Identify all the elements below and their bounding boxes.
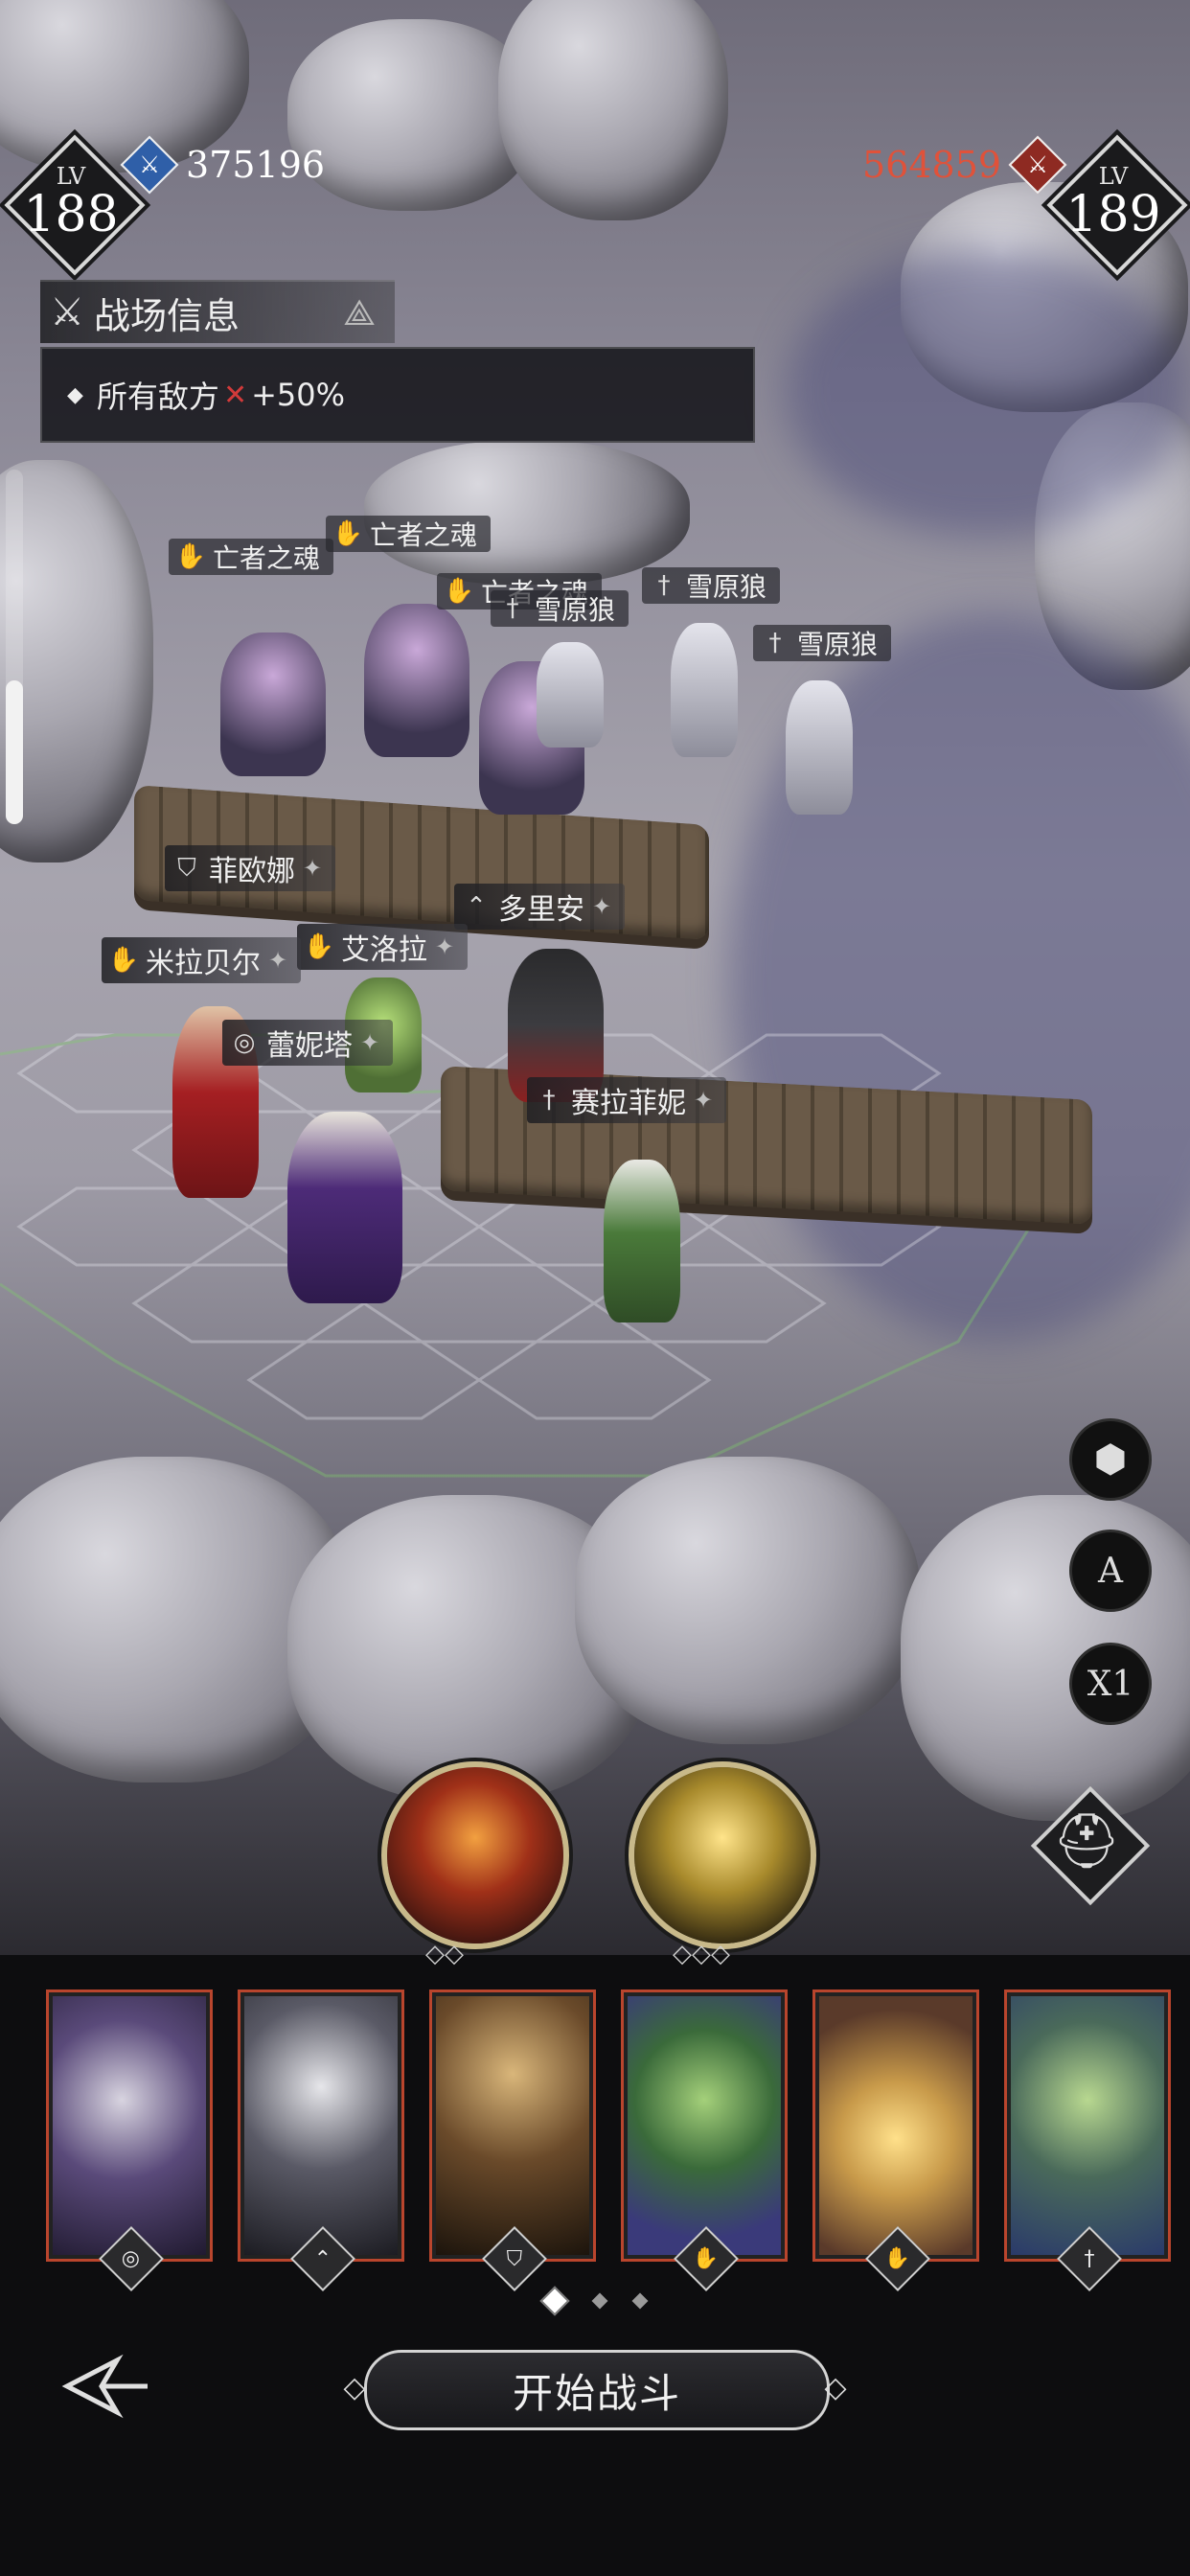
enemy-nametag: ✋亡者之魂 [326, 516, 492, 552]
battlefield-info-header[interactable]: ⚔ 战场信息 ⟁ [40, 280, 395, 343]
hero-card[interactable]: † [1004, 1990, 1171, 2291]
player-level-badge: LV 188 [4, 134, 146, 276]
enemy-nametag: † 雪原狼 [753, 625, 892, 661]
rock [0, 460, 153, 862]
ally-nametag: ✋ 艾洛拉 ✦ [297, 924, 469, 970]
crossed-swords-icon: ⚔ [50, 290, 84, 334]
sword-icon: † [542, 1086, 556, 1115]
card-pager [0, 2286, 1190, 2316]
enemy-soul-2[interactable] [364, 604, 469, 757]
diamond-ornament-icon: ◇ [824, 2371, 847, 2404]
page-dot[interactable] [539, 2286, 570, 2316]
formation-button[interactable]: ⬢ [1069, 1418, 1152, 1501]
star-icon: ✦ [694, 1087, 714, 1114]
foreground-rock [575, 1457, 920, 1744]
bullet-diamond-icon: ◆ [67, 382, 83, 407]
speed-button[interactable]: X1 [1069, 1643, 1152, 1725]
enemy-power: 564859 ⚔ [862, 135, 1067, 195]
palm-icon: ✋ [174, 542, 207, 571]
auto-button[interactable]: A [1069, 1530, 1152, 1612]
shadow-area [786, 249, 1188, 537]
rock [364, 441, 690, 585]
hero-card[interactable]: ⌃ [238, 1990, 404, 2291]
skill-level-pips: ◇◇◇ [673, 1940, 730, 1968]
enemy-wolf-1[interactable] [537, 642, 604, 748]
star-icon: ✦ [360, 1029, 380, 1056]
palm-icon: ✋ [107, 946, 140, 975]
ally-nametag: ✋ 米拉贝尔 ✦ [102, 937, 302, 983]
star-icon: ✦ [268, 947, 288, 974]
enemy-level-badge: LV 189 [1046, 134, 1188, 276]
star-icon: ✦ [592, 893, 612, 920]
spartan-helmet-icon: ⛑ [1052, 1810, 1121, 1873]
enemy-nametag: ✋亡者之魂 [169, 539, 334, 575]
hero-card[interactable]: ◎ [46, 1990, 213, 2291]
rock [498, 0, 728, 220]
battlefield-info-panel: ◆ 所有敌方 ✕ +50% [40, 347, 755, 443]
star-icon: ✦ [435, 933, 455, 960]
player-power: ⚔ 375196 [120, 135, 326, 195]
ally-nametag: ⌃ 多里安 ✦ [454, 884, 626, 930]
skill-level-pips: ◇◇ [425, 1940, 464, 1968]
blue-swords-icon: ⚔ [120, 135, 179, 195]
foreground-rock [901, 1495, 1190, 1821]
skill-fire-hand[interactable] [381, 1761, 569, 1949]
ally-nametag: † 赛拉菲妮 ✦ [527, 1077, 727, 1123]
enemy-nametag: † 雪原狼 [491, 590, 629, 627]
start-battle-button[interactable]: 开始战斗 [364, 2350, 830, 2430]
attack-icon: ✕ [222, 378, 248, 412]
palm-icon: ✋ [332, 519, 364, 548]
sword-icon: † [768, 629, 782, 657]
bow-icon: ⌃ [466, 892, 487, 921]
page-dot[interactable] [591, 2292, 608, 2310]
hero-card[interactable]: ✋ [621, 1990, 788, 2291]
player-power-value: 375196 [186, 144, 326, 186]
hero-lineup-button[interactable]: ⛑ [1027, 1782, 1151, 1906]
enemy-soul-1[interactable] [220, 632, 326, 776]
sword-icon: † [506, 594, 519, 623]
scrollbar[interactable] [6, 470, 23, 824]
hero-card[interactable]: ✋ [812, 1990, 979, 2291]
spiral-icon: ◎ [233, 1028, 256, 1057]
hero-card-row: ◎ ⌃ ⛉ ✋ ✋ † [46, 1990, 1171, 2291]
hexagon-cluster-icon: ⬢ [1093, 1438, 1128, 1482]
enemy-power-value: 564859 [862, 144, 1002, 186]
ally-nametag: ⛉ 菲欧娜 ✦ [165, 845, 336, 891]
hero-card[interactable]: ⛉ [429, 1990, 596, 2291]
ally-nametag: ◎ 蕾妮塔 ✦ [222, 1020, 394, 1066]
enemy-wolf-3[interactable] [786, 680, 853, 815]
skill-golden-gate[interactable] [629, 1761, 816, 1949]
enemy-nametag: † 雪原狼 [642, 567, 781, 604]
palm-icon: ✋ [303, 932, 335, 961]
crest-icon: ⟁ [343, 290, 376, 334]
ally-seraphine[interactable] [604, 1160, 680, 1322]
enemy-wolf-2[interactable] [671, 623, 738, 757]
sword-icon: † [657, 571, 671, 600]
palm-icon: ✋ [443, 577, 475, 606]
page-dot[interactable] [631, 2292, 649, 2310]
ally-renita[interactable] [287, 1112, 402, 1303]
star-icon: ✦ [303, 855, 323, 882]
shield-icon: ⛉ [177, 853, 196, 883]
back-icon[interactable] [59, 2353, 155, 2420]
